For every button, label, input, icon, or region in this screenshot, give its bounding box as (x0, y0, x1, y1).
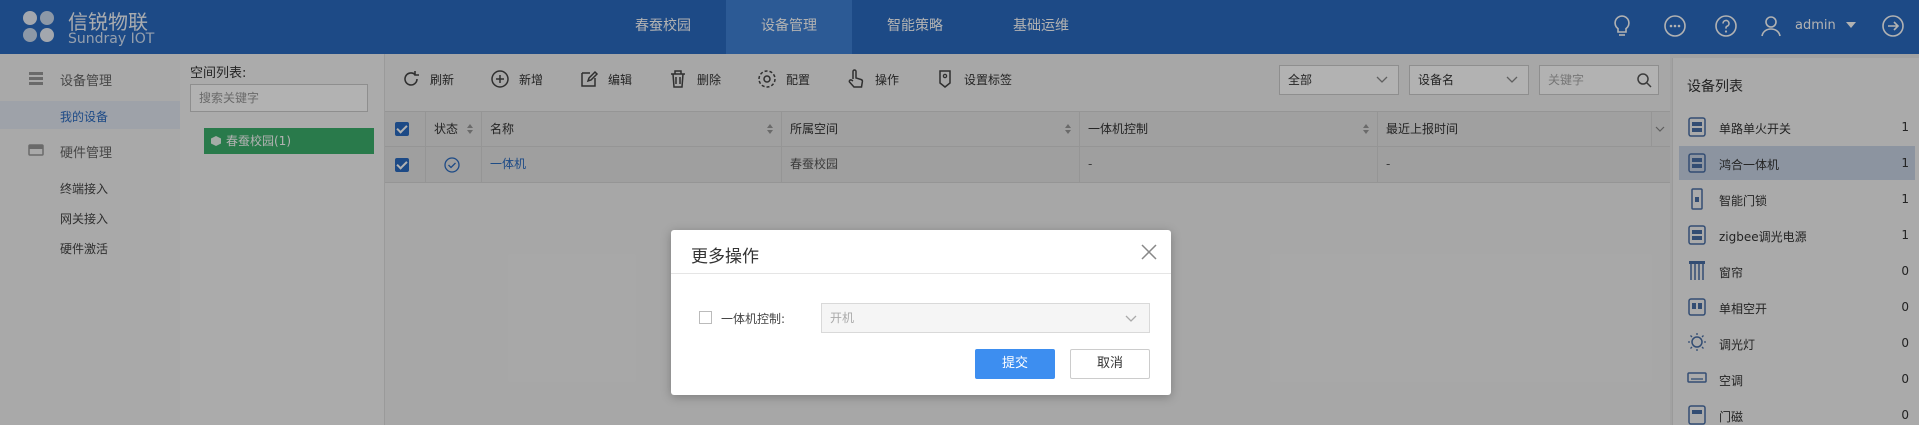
control-option-checkbox[interactable] (699, 311, 712, 324)
close-icon[interactable] (1139, 242, 1159, 262)
chevron-down-icon (1125, 315, 1137, 322)
dialog-title: 更多操作 (691, 247, 759, 267)
control-option-label: 一体机控制: (721, 312, 786, 326)
submit-button[interactable]: 提交 (975, 349, 1055, 379)
dialog-header: 更多操作 (671, 230, 1171, 274)
more-actions-dialog: 更多操作 一体机控制: 开机 提交 取消 (671, 230, 1171, 395)
control-action-select[interactable]: 开机 (821, 303, 1150, 333)
cancel-button[interactable]: 取消 (1070, 349, 1150, 379)
control-action-value: 开机 (830, 311, 855, 325)
